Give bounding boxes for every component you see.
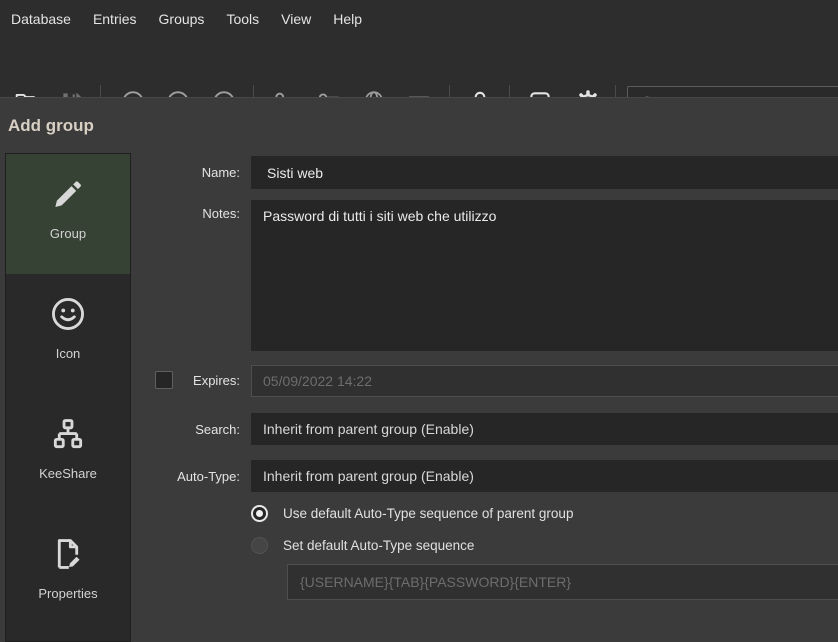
edit-group-panel: Add group Group Icon <box>0 97 838 641</box>
search-combobox[interactable]: Inherit from parent group (Enable) <box>251 413 838 445</box>
set-default-sequence-label: Set default Auto-Type sequence <box>283 538 474 553</box>
expires-datetime-input <box>251 365 838 397</box>
autotype-combobox[interactable]: Inherit from parent group (Enable) <box>251 460 838 492</box>
menu-groups[interactable]: Groups <box>148 0 216 38</box>
autotype-label: Auto-Type: <box>100 469 240 484</box>
pencil-icon <box>49 175 87 213</box>
set-default-sequence-radio[interactable] <box>251 537 268 554</box>
name-input[interactable] <box>251 156 838 189</box>
smiley-face-icon <box>49 295 87 333</box>
page-title: Add group <box>8 116 94 136</box>
sidebar-item-label: Icon <box>56 346 81 361</box>
toolbar <box>0 38 838 97</box>
notes-label: Notes: <box>100 206 240 221</box>
menu-help[interactable]: Help <box>322 0 373 38</box>
menubar: Database Entries Groups Tools View Help <box>0 0 838 38</box>
document-edit-icon <box>49 535 87 573</box>
expires-label: Expires: <box>100 373 240 388</box>
notes-textarea[interactable]: Password di tutti i siti web che utilizz… <box>251 200 838 351</box>
sidebar-item-label: Properties <box>38 586 97 601</box>
sidebar-item-label: KeeShare <box>39 466 97 481</box>
search-label: Search: <box>100 422 240 437</box>
menu-entries[interactable]: Entries <box>82 0 148 38</box>
name-label: Name: <box>100 165 240 180</box>
sidebar-item-properties[interactable]: Properties <box>6 514 130 634</box>
window-chrome: Database Entries Groups Tools View Help <box>0 0 838 97</box>
use-default-sequence-label: Use default Auto-Type sequence of parent… <box>283 506 573 521</box>
sidebar-item-keeshare[interactable]: KeeShare <box>6 394 130 514</box>
menu-view[interactable]: View <box>270 0 322 38</box>
menu-database[interactable]: Database <box>0 0 82 38</box>
menu-tools[interactable]: Tools <box>215 0 270 38</box>
share-tree-icon <box>49 415 87 453</box>
sidebar-item-label: Group <box>50 226 86 241</box>
use-default-sequence-radio[interactable] <box>251 505 268 522</box>
category-sidebar: Group Icon KeeShare <box>5 153 131 642</box>
autotype-sequence-input <box>287 564 838 600</box>
